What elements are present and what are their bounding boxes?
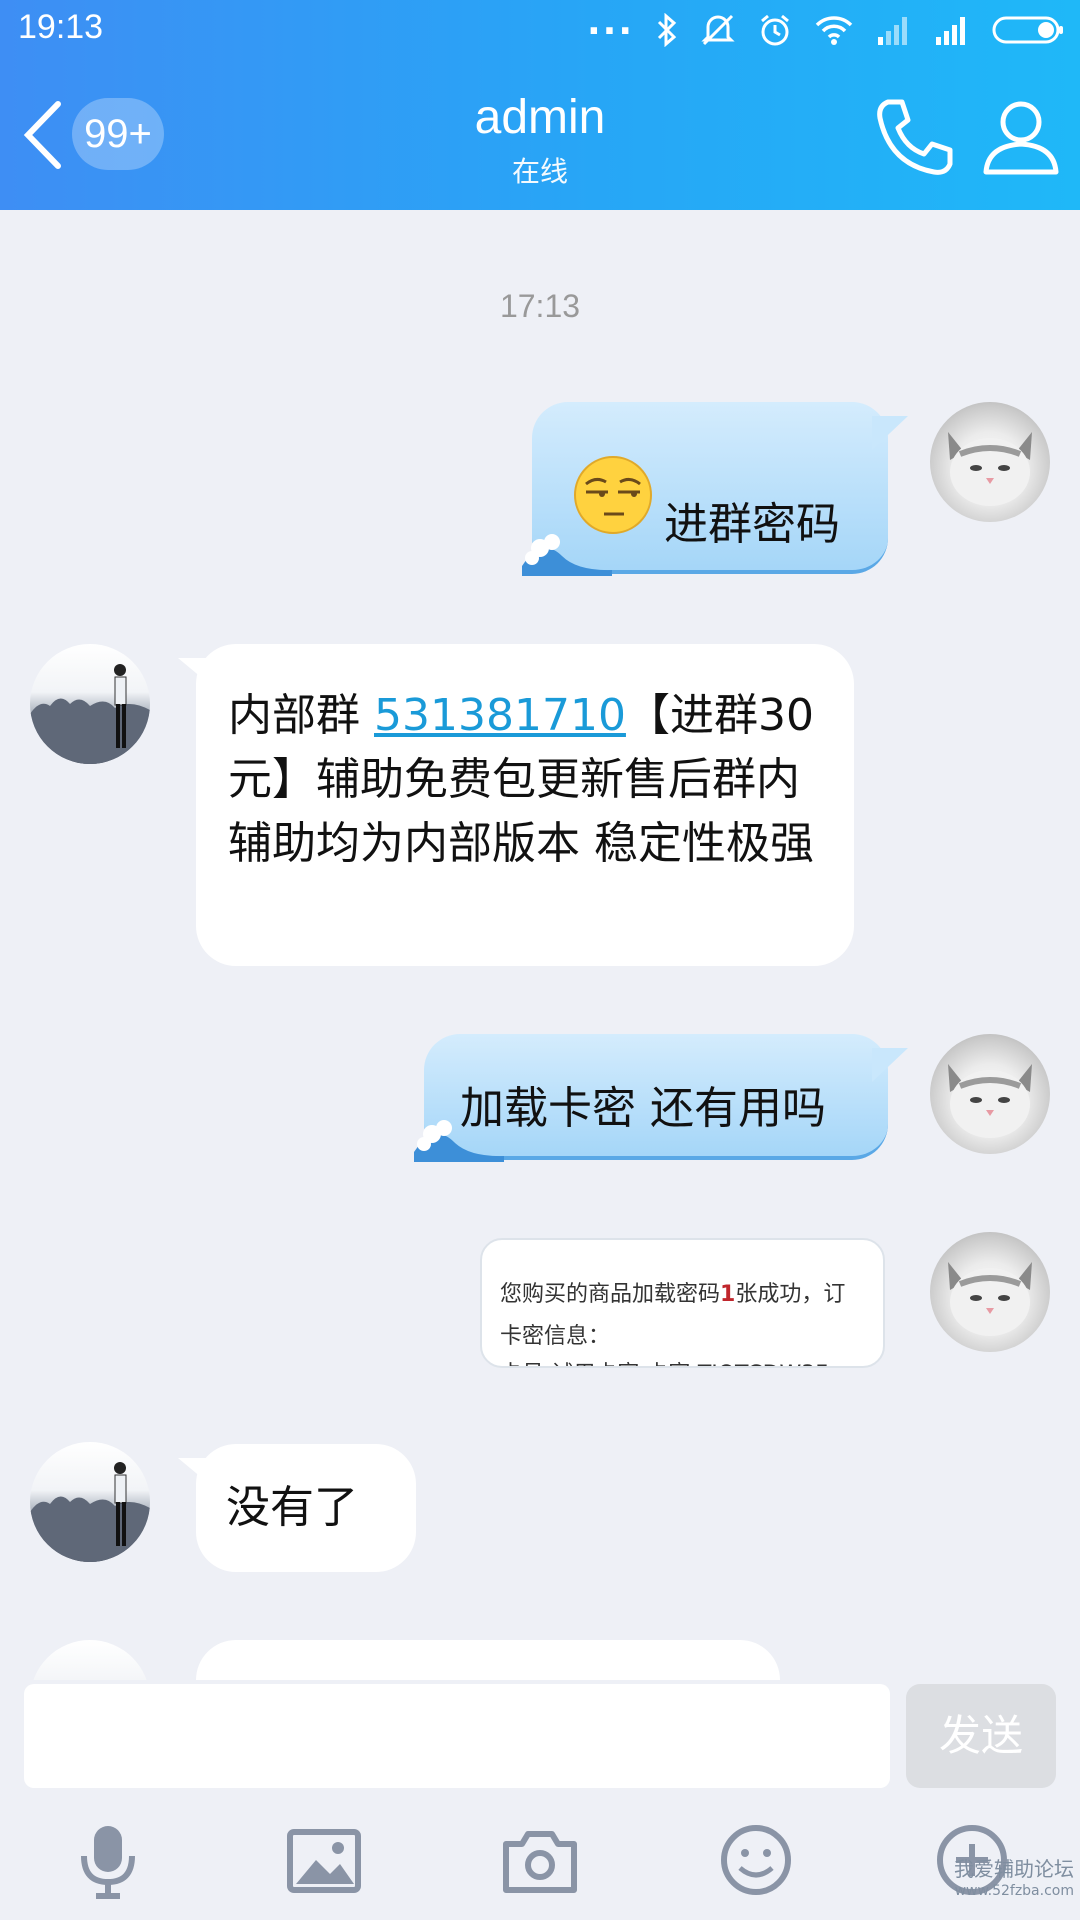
message-bubble-out[interactable]: 加载卡密 还有用吗	[414, 1034, 908, 1162]
group-number-link[interactable]: 531381710	[374, 690, 626, 741]
message-bubble-out[interactable]: 进群密码	[522, 402, 908, 576]
image-icon[interactable]	[284, 1820, 364, 1900]
image-text-line: 卡号:试用卡密 卡密:TJOTCDW3F	[500, 1356, 828, 1366]
wifi-icon	[815, 16, 853, 45]
send-button[interactable]: 发送	[906, 1684, 1056, 1788]
status-time: 19:13	[18, 8, 104, 46]
message-input[interactable]	[24, 1684, 890, 1788]
person-silhouette-icon	[30, 664, 150, 764]
chat-header: 19:13 ... 99+ admin 在线	[0, 0, 1080, 210]
status-icons: ...	[587, 2, 1066, 52]
partial-message-bubble	[196, 1640, 780, 1680]
phone-icon[interactable]	[868, 92, 958, 182]
battery-icon	[992, 16, 1063, 44]
my-avatar[interactable]	[930, 402, 1050, 522]
bubble-tail	[872, 1048, 908, 1082]
my-avatar[interactable]	[930, 1232, 1050, 1352]
wave-decoration-icon	[522, 534, 612, 576]
watermark: 我爱辅助论坛 www.52fzba.com	[954, 1857, 1074, 1899]
emoji-icon[interactable]	[716, 1820, 796, 1900]
bluetooth-icon	[657, 13, 677, 47]
image-text-line: 您购买的商品加载密码1张成功，订	[500, 1282, 846, 1307]
bubble-tail	[178, 658, 214, 688]
mute-icon	[701, 14, 735, 46]
camera-icon[interactable]	[500, 1820, 580, 1900]
time-divider: 17:13	[499, 288, 581, 324]
message-bubble-in[interactable]: 内部群 531381710【进群30元】辅助免费包更新售后群内辅助均为内部版本 …	[178, 644, 854, 966]
my-avatar[interactable]	[930, 1034, 1050, 1154]
cat-face-icon	[948, 432, 1032, 506]
smirk-emoji-icon	[574, 456, 652, 534]
contact-avatar[interactable]	[30, 644, 150, 764]
image-text-line: 卡密信息：	[500, 1324, 611, 1349]
contact-avatar	[30, 1640, 150, 1680]
contact-avatar[interactable]	[30, 1442, 150, 1562]
message-text: 加载卡密 还有用吗	[460, 1083, 826, 1134]
cat-face-icon	[948, 1064, 1032, 1138]
message-text: 进群密码	[664, 499, 840, 550]
signal-2-icon	[936, 17, 965, 45]
mic-icon[interactable]	[68, 1820, 148, 1900]
cat-face-icon	[948, 1262, 1032, 1336]
message-text: 没有了	[226, 1482, 358, 1533]
message-bubble-in[interactable]: 没有了	[178, 1444, 416, 1572]
wave-decoration-icon	[414, 1120, 504, 1162]
person-silhouette-icon	[30, 1462, 150, 1562]
signal-1-icon	[878, 17, 907, 45]
alarm-icon	[761, 14, 789, 46]
bubble-tail	[178, 1458, 214, 1488]
message-prefix: 内部群	[228, 690, 374, 741]
partial-message-row	[0, 1640, 1080, 1680]
image-message[interactable]: 您购买的商品加载密码1张成功，订 卡密信息： 卡号:试用卡密 卡密:TJOTCD…	[480, 1238, 885, 1368]
more-dots-icon: ...	[586, 1, 634, 43]
profile-icon[interactable]	[976, 92, 1066, 182]
bubble-tail	[872, 416, 908, 450]
